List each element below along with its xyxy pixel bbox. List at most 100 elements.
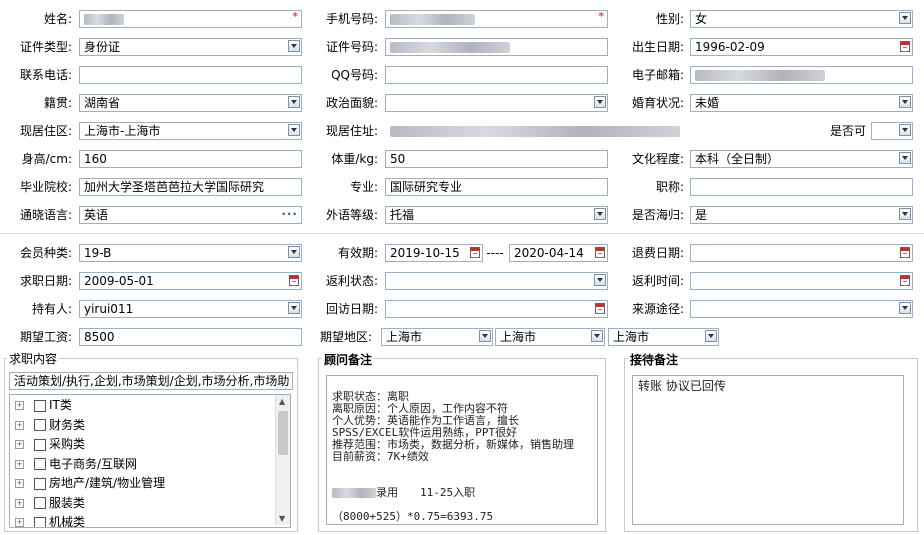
source-select[interactable] — [690, 300, 913, 318]
chevron-down-icon[interactable] — [594, 96, 606, 108]
gender-select[interactable]: 女 — [690, 10, 913, 28]
phone-input[interactable] — [79, 66, 302, 84]
tree-item[interactable]: + 电子商务/互联网 — [15, 455, 137, 473]
calendar-icon[interactable] — [470, 247, 480, 258]
job-content-summary[interactable]: 活动策划/执行,企划,市场策划/企划,市场分析,市场助 — [9, 372, 293, 390]
marital-select[interactable]: 未婚 — [690, 94, 913, 112]
language-input[interactable]: 英语 ··· — [79, 206, 302, 224]
more-options-icon[interactable]: ··· — [281, 207, 298, 222]
member-type-select[interactable]: 19-B — [79, 244, 302, 262]
region-select-2[interactable]: 上海市 — [495, 328, 605, 346]
weight-input[interactable]: 50 — [385, 150, 608, 168]
calendar-icon[interactable] — [900, 247, 910, 258]
tree-item[interactable]: + 财务类 — [15, 416, 85, 434]
language-label: 通晓语言: — [19, 208, 72, 222]
residence-select[interactable]: 上海市-上海市 — [79, 122, 302, 140]
expand-icon[interactable]: + — [15, 459, 24, 469]
chevron-down-icon[interactable] — [594, 208, 606, 220]
holder-select[interactable]: yirui011 — [79, 300, 302, 318]
checkbox[interactable] — [34, 458, 46, 470]
checkbox[interactable] — [34, 399, 46, 412]
calendar-icon[interactable] — [289, 275, 299, 286]
job-category-tree[interactable]: + IT类 + 财务类 + 采购类 + 电子商务/互联网 + 房地产/建筑/物业管理 + 服装类 + 机械… — [9, 394, 291, 528]
expand-icon[interactable]: + — [15, 420, 24, 430]
native-place-label: 籍贯: — [43, 96, 72, 110]
salary-input[interactable]: 8500 — [79, 328, 302, 346]
returnee-select[interactable]: 是 — [690, 206, 913, 224]
chevron-down-icon[interactable] — [288, 302, 300, 314]
job-date-input[interactable]: 2009-05-01 — [79, 272, 302, 290]
chevron-down-icon[interactable] — [594, 274, 606, 286]
tree-item[interactable]: + 房地产/建筑/物业管理 — [15, 474, 165, 492]
chevron-down-icon[interactable] — [705, 330, 717, 342]
lang-level-select[interactable]: 托福 — [385, 206, 608, 224]
checkbox[interactable] — [34, 477, 46, 490]
valid-period-label: 有效期: — [337, 246, 378, 260]
tree-item[interactable]: + IT类 — [15, 396, 72, 414]
chevron-down-icon[interactable] — [591, 330, 603, 342]
tree-item[interactable]: + 采购类 — [15, 435, 85, 453]
chevron-down-icon[interactable] — [899, 208, 911, 220]
expand-icon[interactable]: + — [15, 440, 24, 449]
height-input[interactable]: 160 — [79, 150, 302, 168]
chevron-down-icon[interactable] — [899, 124, 911, 136]
region-select-1[interactable]: 上海市 — [381, 328, 493, 346]
checkbox[interactable] — [34, 497, 46, 509]
calendar-icon[interactable] — [900, 275, 910, 286]
chevron-down-icon[interactable] — [288, 40, 300, 52]
calendar-icon[interactable] — [595, 303, 605, 314]
checkbox[interactable] — [34, 516, 46, 527]
valid-from-input[interactable]: 2019-10-15 — [385, 244, 483, 262]
chevron-down-icon[interactable] — [479, 330, 491, 342]
id-number-input[interactable] — [385, 38, 608, 56]
region-select-3[interactable]: 上海市 — [608, 328, 719, 346]
major-input[interactable]: 国际研究专业 — [385, 178, 608, 196]
member-type-label: 会员种类: — [19, 246, 72, 260]
tree-item-label: 电子商务/互联网 — [49, 456, 138, 471]
tree-item-label: 服装类 — [49, 495, 86, 510]
native-place-select[interactable]: 湖南省 — [79, 94, 302, 112]
chevron-down-icon[interactable] — [899, 302, 911, 314]
tree-item[interactable]: + 机械类 — [15, 513, 85, 527]
address-input[interactable] — [385, 122, 691, 140]
school-input[interactable]: 加州大学圣塔芭芭拉大学国际研究 — [79, 178, 302, 196]
chevron-down-icon[interactable] — [899, 152, 911, 164]
valid-to-input[interactable]: 2020-04-14 — [509, 244, 608, 262]
refund-date-input[interactable] — [690, 244, 913, 262]
rebate-time-input[interactable] — [690, 272, 913, 290]
title-input[interactable] — [690, 178, 913, 196]
chevron-down-icon[interactable] — [288, 124, 300, 136]
name-input[interactable]: * — [79, 10, 302, 28]
advisor-notes-textarea[interactable]: 求职状态：离职 离职原因：个人原因，工作内容不符 个人优势：英语能作为工作语言，… — [326, 375, 598, 525]
scroll-down-icon[interactable]: ▼ — [279, 514, 285, 523]
calendar-icon[interactable] — [900, 41, 910, 52]
chevron-down-icon[interactable] — [288, 246, 300, 258]
scroll-up-icon[interactable]: ▲ — [279, 397, 285, 406]
rebate-status-select[interactable] — [385, 272, 608, 290]
tree-scrollbar[interactable]: ▲ ▼ — [275, 395, 290, 525]
reception-notes-textarea[interactable]: 转账 协议已回传 — [632, 375, 904, 525]
id-type-select[interactable]: 身份证 — [79, 38, 302, 56]
calendar-icon[interactable] — [595, 247, 605, 258]
checkbox[interactable] — [34, 419, 46, 431]
chevron-down-icon[interactable] — [288, 96, 300, 108]
birthdate-input[interactable]: 1996-02-09 — [690, 38, 913, 56]
chevron-down-icon[interactable] — [899, 96, 911, 108]
qq-input[interactable] — [385, 66, 608, 84]
mobile-input[interactable]: * — [385, 10, 608, 28]
whether-select[interactable] — [871, 122, 913, 140]
email-input[interactable] — [690, 66, 913, 84]
scroll-thumb[interactable] — [278, 411, 288, 455]
revisit-date-input[interactable] — [385, 300, 608, 318]
reception-notes-title: 接待备注 — [628, 352, 681, 368]
expand-icon[interactable]: + — [15, 498, 24, 508]
expand-icon[interactable]: + — [15, 401, 24, 410]
education-select[interactable]: 本科（全日制） — [690, 150, 913, 168]
residence-label: 现居住区: — [19, 124, 72, 138]
politics-select[interactable] — [385, 94, 608, 112]
expand-icon[interactable]: + — [15, 479, 24, 488]
chevron-down-icon[interactable] — [899, 12, 911, 24]
expand-icon[interactable]: + — [15, 518, 24, 527]
tree-item[interactable]: + 服装类 — [15, 494, 85, 512]
checkbox[interactable] — [34, 438, 46, 451]
